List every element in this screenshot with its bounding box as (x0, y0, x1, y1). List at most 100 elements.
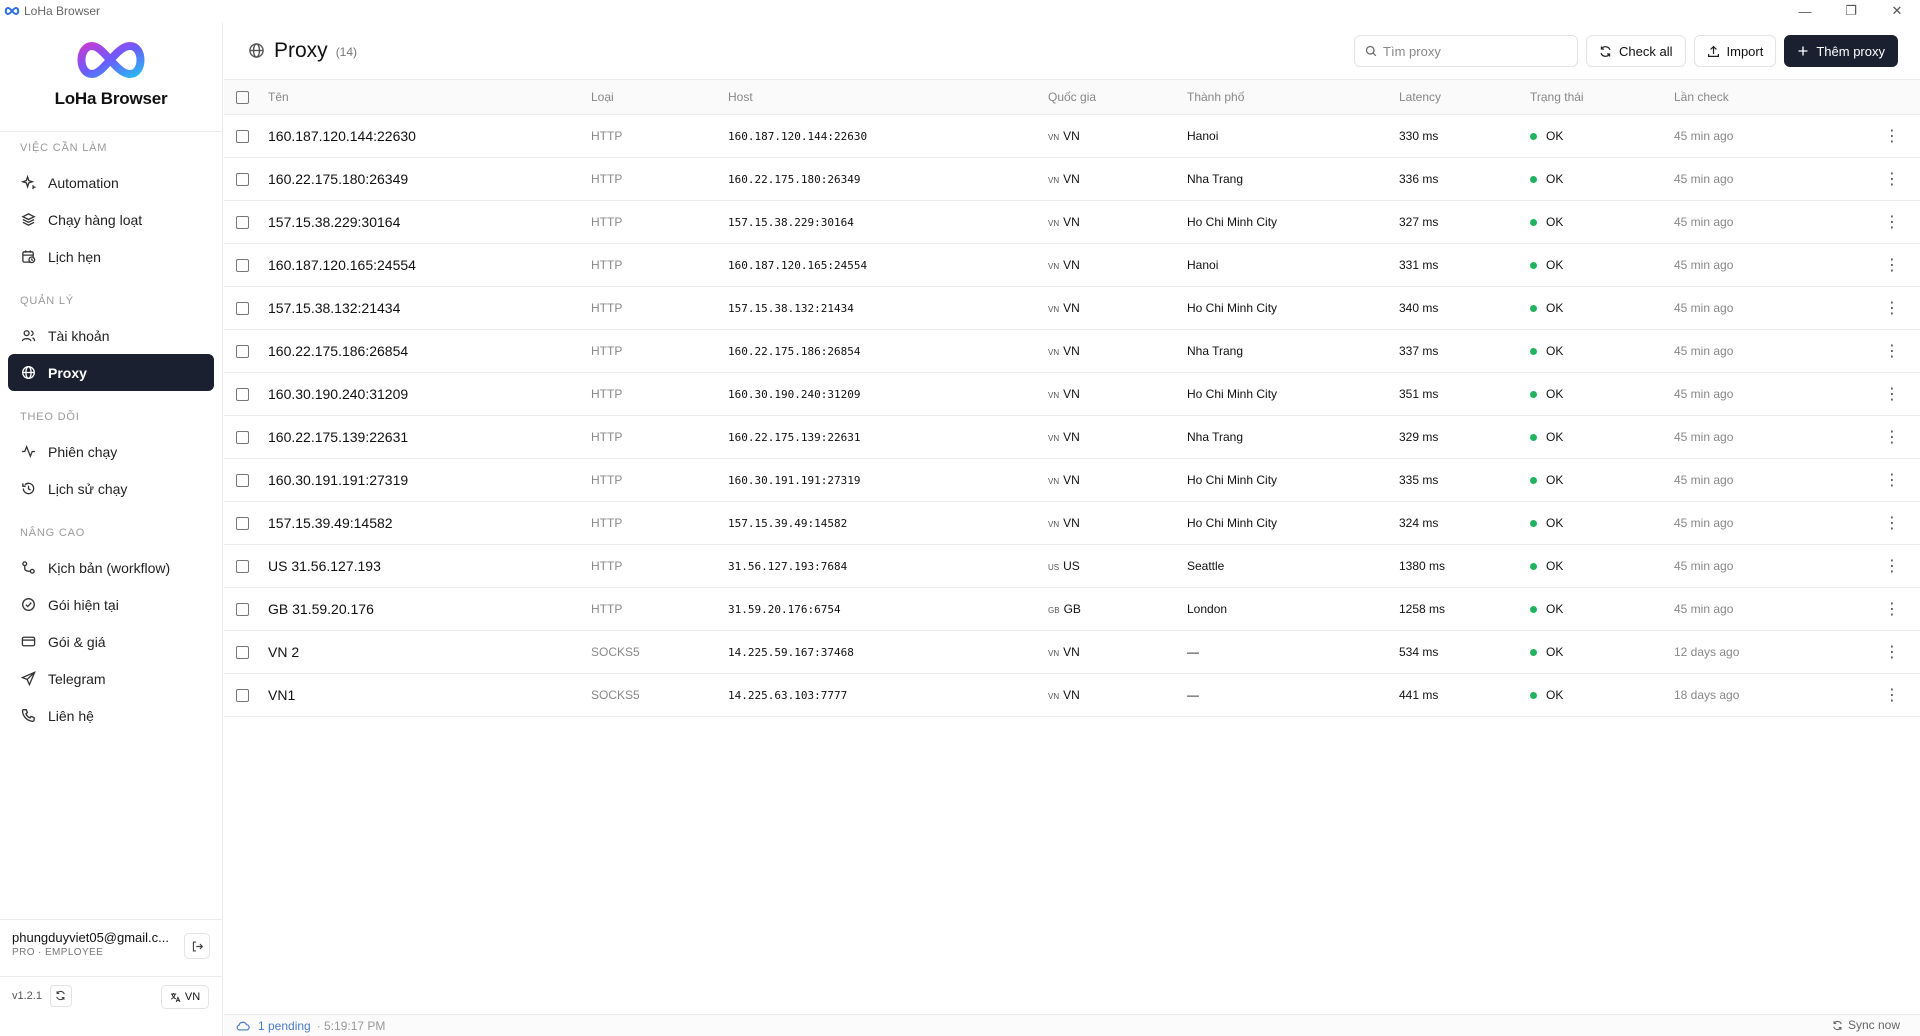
minimize-button[interactable]: — (1782, 0, 1828, 22)
more-vertical-icon: ⋮ (1884, 472, 1900, 489)
table-row[interactable]: VN 2 SOCKS5 14.225.59.167:37468 VN VN —534 ms… (224, 631, 1920, 674)
row-menu-button[interactable]: ⋮ (1864, 545, 1920, 588)
section-label: THEO DÕI (20, 411, 80, 423)
row-checkbox[interactable] (236, 130, 249, 144)
table-row[interactable]: 160.30.191.191:27319 HTTP 160.30.191.191:2… (224, 459, 1920, 502)
column-header-city[interactable]: Thành phố (1187, 80, 1399, 115)
search-input[interactable] (1383, 43, 1564, 59)
row-checkbox[interactable] (236, 474, 249, 488)
status-dot-icon (1530, 434, 1537, 442)
table-row[interactable]: VN1 SOCKS5 14.225.63.103:7777 VN VN —441 ms OK… (224, 674, 1920, 717)
proxy-status: OK (1546, 430, 1564, 444)
row-menu-button[interactable]: ⋮ (1864, 201, 1920, 244)
table-row[interactable]: 160.22.175.186:26854 HTTP 160.22.175.186:2… (224, 330, 1920, 373)
check-update-button[interactable] (49, 984, 72, 1007)
app-version: v1.2.1 (12, 989, 42, 1002)
table-row[interactable]: 160.22.175.180:26349 HTTP 160.22.175.180:2… (224, 158, 1920, 201)
row-checkbox[interactable] (236, 603, 249, 617)
sidebar-item-sessions[interactable]: Phiên chạy (8, 433, 214, 470)
sidebar-item-current-plan[interactable]: Gói hiện tại (8, 586, 214, 623)
column-header-last-check[interactable]: Lần check (1674, 80, 1864, 115)
table-row[interactable]: 160.30.190.240:31209 HTTP 160.30.190.240:3… (224, 373, 1920, 416)
add-proxy-button[interactable]: Thêm proxy (1784, 35, 1898, 67)
proxy-country-cell: VN VN (1048, 459, 1187, 502)
proxy-country-cell: VN VN (1048, 115, 1187, 158)
row-menu-button[interactable]: ⋮ (1864, 416, 1920, 459)
sidebar-item-contact[interactable]: Liên hệ (8, 697, 214, 734)
row-menu-button[interactable]: ⋮ (1864, 674, 1920, 717)
sidebar-item-pricing[interactable]: Gói & giá (8, 623, 214, 660)
table-row[interactable]: 160.187.120.165:24554 HTTP 160.187.120.165… (224, 244, 1920, 287)
row-checkbox[interactable] (236, 560, 249, 574)
sparkles-icon (20, 175, 36, 191)
table-row[interactable]: US 31.56.127.193 HTTP 31.56.127.193:7684 US… (224, 545, 1920, 588)
status-dot-icon (1530, 305, 1537, 313)
column-header-status[interactable]: Trạng thái (1530, 80, 1674, 115)
close-button[interactable]: ✕ (1874, 0, 1920, 22)
sync-now-label: Sync now (1847, 1018, 1900, 1032)
row-menu-button[interactable]: ⋮ (1864, 459, 1920, 502)
column-header-latency[interactable]: Latency (1399, 80, 1530, 115)
proxy-type: HTTP (591, 301, 623, 315)
page-header: Proxy (14) Check all Import Thêm proxy (224, 22, 1920, 79)
row-menu-button[interactable]: ⋮ (1864, 244, 1920, 287)
row-checkbox[interactable] (236, 517, 249, 531)
row-checkbox[interactable] (236, 216, 249, 230)
logout-button[interactable] (184, 933, 210, 959)
row-menu-button[interactable]: ⋮ (1864, 373, 1920, 416)
check-all-button[interactable]: Check all (1586, 35, 1686, 67)
table-row[interactable]: GB 31.59.20.176 HTTP 31.59.20.176:6754 GB GB… (224, 588, 1920, 631)
row-menu-button[interactable]: ⋮ (1864, 115, 1920, 158)
table-row[interactable]: 157.15.38.132:21434 HTTP 157.15.38.132:214… (224, 287, 1920, 330)
row-checkbox[interactable] (236, 259, 249, 273)
sidebar-item-accounts[interactable]: Tài khoản (8, 317, 214, 354)
restore-button[interactable]: ❐ (1828, 0, 1874, 22)
row-checkbox[interactable] (236, 646, 249, 660)
row-menu-button[interactable]: ⋮ (1864, 502, 1920, 545)
proxy-latency: 336 ms (1399, 172, 1439, 186)
sidebar-item-proxy[interactable]: Proxy (8, 354, 214, 391)
row-menu-button[interactable]: ⋮ (1864, 588, 1920, 631)
row-menu-button[interactable]: ⋮ (1864, 631, 1920, 674)
table-row[interactable]: 157.15.38.229:30164 HTTP 157.15.38.229:301… (224, 201, 1920, 244)
column-header-type[interactable]: Loại (591, 80, 728, 115)
select-all-checkbox[interactable] (236, 91, 249, 105)
proxy-last-check: 45 min ago (1674, 516, 1734, 530)
column-header-name[interactable]: Tên (268, 80, 591, 115)
status-dot-icon (1530, 477, 1537, 485)
row-menu-button[interactable]: ⋮ (1864, 158, 1920, 201)
column-header-country[interactable]: Quốc gia (1048, 80, 1187, 115)
row-checkbox-cell (224, 631, 268, 674)
table-row[interactable]: 160.22.175.139:22631 HTTP 160.22.175.139:2… (224, 416, 1920, 459)
sidebar-item-batch-run[interactable]: Chạy hàng loạt (8, 201, 214, 238)
sidebar-item-history[interactable]: Lịch sử chạy (8, 470, 214, 507)
more-vertical-icon: ⋮ (1884, 214, 1900, 231)
proxy-country: VN (1063, 215, 1080, 229)
main-content: Proxy (14) Check all Import Thêm proxy (224, 22, 1920, 1014)
row-checkbox-cell (224, 588, 268, 631)
sidebar-item-automation[interactable]: Automation (8, 164, 214, 201)
more-vertical-icon: ⋮ (1884, 644, 1900, 661)
sidebar-item-label: Lịch sử chạy (48, 480, 128, 497)
row-checkbox[interactable] (236, 431, 249, 445)
title-bar: LoHa Browser — ❐ ✕ (0, 0, 1920, 22)
row-checkbox[interactable] (236, 388, 249, 402)
status-dot-icon (1530, 606, 1537, 614)
proxy-country-cell: VN VN (1048, 244, 1187, 287)
row-checkbox[interactable] (236, 345, 249, 359)
column-header-host[interactable]: Host (728, 80, 1048, 115)
sidebar-item-schedule[interactable]: Lịch hẹn (8, 238, 214, 275)
table-row[interactable]: 157.15.39.49:14582 HTTP 157.15.39.49:14582… (224, 502, 1920, 545)
import-button[interactable]: Import (1693, 35, 1777, 67)
row-menu-button[interactable]: ⋮ (1864, 287, 1920, 330)
more-vertical-icon: ⋮ (1884, 343, 1900, 360)
sidebar-item-telegram[interactable]: Telegram (8, 660, 214, 697)
row-checkbox[interactable] (236, 173, 249, 187)
sync-now-button[interactable]: Sync now (1832, 1018, 1900, 1032)
table-row[interactable]: 160.187.120.144:22630 HTTP 160.187.120.144… (224, 115, 1920, 158)
row-checkbox[interactable] (236, 302, 249, 316)
row-menu-button[interactable]: ⋮ (1864, 330, 1920, 373)
language-button[interactable]: VN (161, 985, 209, 1009)
row-checkbox[interactable] (236, 689, 249, 703)
sidebar-item-workflow[interactable]: Kịch bản (workflow) (8, 549, 214, 586)
